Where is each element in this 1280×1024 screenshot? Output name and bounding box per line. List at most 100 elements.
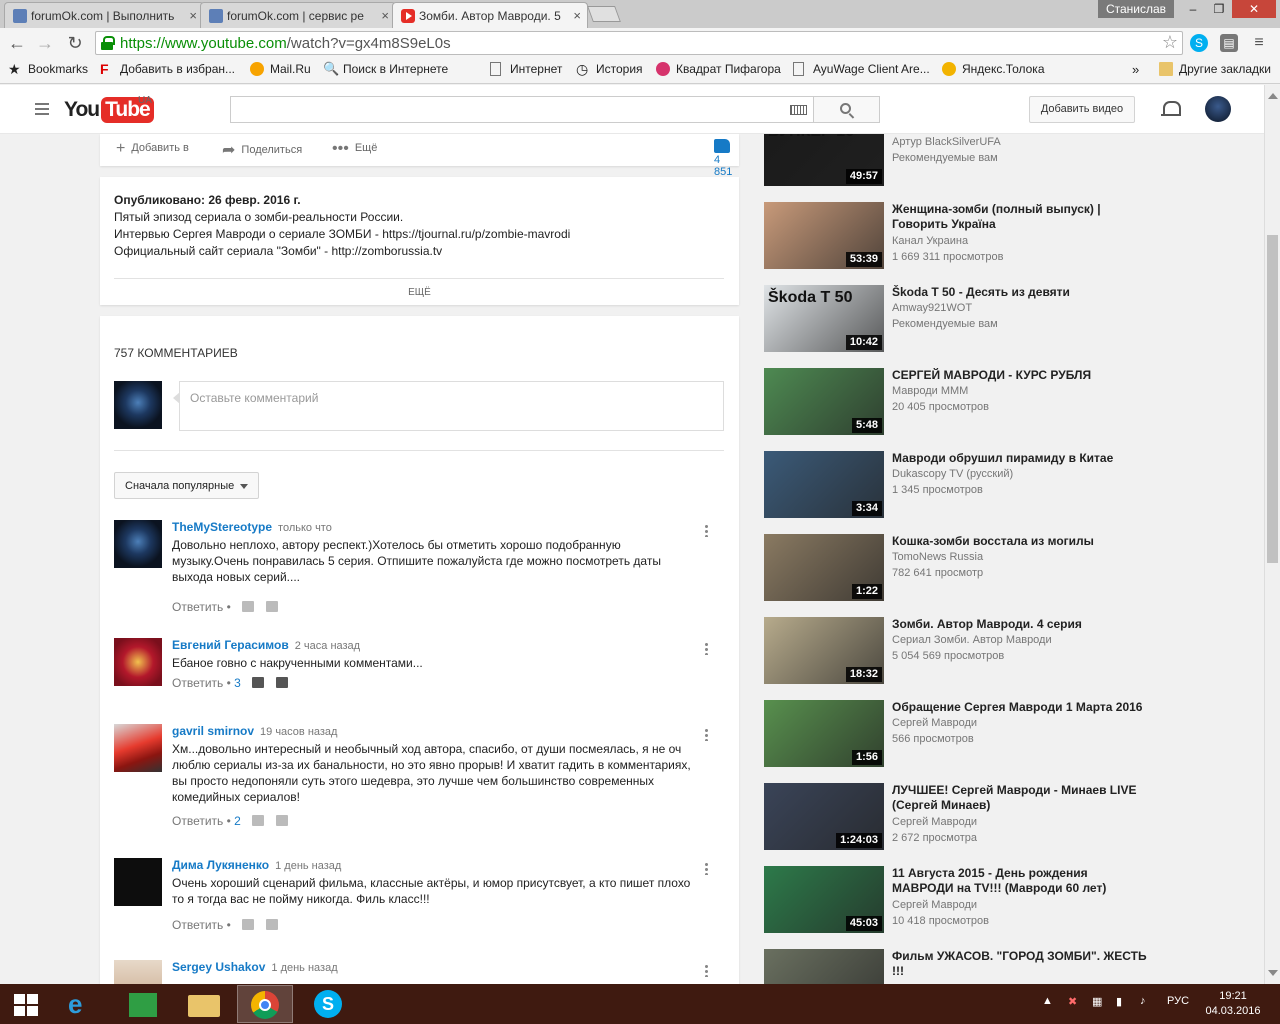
comment-author[interactable]: Евгений Герасимов 2 часа назад bbox=[172, 638, 360, 652]
system-clock[interactable]: 19:21 04.03.2016 bbox=[1198, 989, 1268, 1019]
video-title[interactable]: Обращение Сергея Мавроди 1 Марта 2016 bbox=[892, 700, 1152, 715]
network-icon[interactable]: ▮ bbox=[1116, 995, 1122, 1008]
thumbs-up-icon[interactable] bbox=[242, 919, 255, 930]
scrollbar-thumb[interactable] bbox=[1267, 235, 1278, 563]
menu-icon[interactable]: ≡ bbox=[1250, 34, 1268, 52]
forward-icon[interactable]: → bbox=[34, 32, 56, 54]
bookmark-item[interactable]: ★ Bookmarks bbox=[8, 62, 88, 76]
video-thumbnail[interactable] bbox=[764, 949, 884, 984]
thumbs-up-icon[interactable] bbox=[242, 601, 255, 612]
add-to-button[interactable]: + Добавить в bbox=[116, 140, 189, 158]
minimize-icon[interactable]: – bbox=[1180, 0, 1206, 18]
comment-menu-icon[interactable] bbox=[705, 862, 708, 875]
video-title[interactable]: Мавроди обрушил пирамиду в Китае bbox=[892, 451, 1152, 466]
file-explorer-icon[interactable] bbox=[176, 985, 232, 1023]
bookmark-item[interactable]: 🔍 Поиск в Интернете bbox=[323, 62, 448, 77]
windows-flag-icon[interactable]: ▦ bbox=[1092, 995, 1102, 1008]
network-warning-icon[interactable]: ✖ bbox=[1068, 995, 1077, 1008]
tab-forumok-1[interactable]: forumOk.com | Выполнить × bbox=[4, 2, 204, 28]
related-video-item[interactable]: Škoda T 50 10:42 Škoda T 50 - Десять из де… bbox=[764, 285, 1164, 355]
maximize-icon[interactable]: ❐ bbox=[1206, 0, 1232, 18]
video-channel[interactable]: Сериал Зомби. Автор Мавроди bbox=[892, 634, 1052, 646]
comment-input[interactable]: Оставьте комментарий bbox=[173, 381, 724, 431]
related-video-item[interactable]: 3:34 Мавроди обрушил пирамиду в Китае Duka… bbox=[764, 451, 1164, 521]
video-thumbnail[interactable]: 1:24:03 bbox=[764, 783, 884, 850]
video-title[interactable]: Зомби. Автор Мавроди. 4 серия bbox=[892, 617, 1152, 632]
video-thumbnail[interactable]: 45:03 bbox=[764, 866, 884, 933]
video-thumbnail[interactable]: БУНКЕР 16 49:57 bbox=[764, 134, 884, 186]
tab-close-icon[interactable]: × bbox=[189, 8, 197, 23]
related-video-item[interactable]: 5:48 СЕРГЕЙ МАВРОДИ - КУРС РУБЛЯ Мавроди М… bbox=[764, 368, 1164, 438]
comment-avatar[interactable] bbox=[114, 724, 162, 772]
video-channel[interactable]: Мавроди МММ bbox=[892, 385, 968, 397]
related-video-item[interactable]: 18:32 Зомби. Автор Мавроди. 4 серия Сериал… bbox=[764, 617, 1164, 687]
related-video-item[interactable]: БУНКЕР 1649:57ЖЕСТЬ!Артур BlackSilverUFA… bbox=[764, 134, 1164, 189]
internet-explorer-icon[interactable]: e bbox=[54, 985, 110, 1023]
upload-button[interactable]: Добавить видео bbox=[1029, 96, 1135, 123]
video-title[interactable]: ЛУЧШЕЕ! Сергей Мавроди - Минаев LIVE (Се… bbox=[892, 783, 1152, 813]
tab-forumok-2[interactable]: forumOk.com | сервис ре × bbox=[200, 2, 396, 28]
chrome-taskbar-icon[interactable] bbox=[237, 985, 293, 1023]
tab-close-icon[interactable]: × bbox=[381, 8, 389, 23]
language-indicator[interactable]: РУС bbox=[1167, 995, 1189, 1007]
scroll-up-icon[interactable] bbox=[1268, 93, 1278, 99]
thumbs-down-icon[interactable] bbox=[265, 601, 278, 612]
video-thumbnail[interactable]: 18:32 bbox=[764, 617, 884, 684]
comment-menu-icon[interactable] bbox=[705, 524, 708, 537]
bookmark-item[interactable]: F Добавить в избран... bbox=[100, 62, 235, 76]
video-title[interactable]: Škoda T 50 - Десять из девяти bbox=[892, 285, 1152, 300]
thumbs-down-icon[interactable] bbox=[275, 677, 288, 688]
back-icon[interactable]: ← bbox=[6, 32, 28, 54]
bookmark-item[interactable]: Mail.Ru bbox=[250, 62, 311, 76]
search-input[interactable] bbox=[230, 96, 814, 123]
comment-avatar[interactable] bbox=[114, 858, 162, 906]
thumbs-up-icon[interactable] bbox=[252, 815, 265, 826]
video-channel[interactable]: Сергей Мавроди bbox=[892, 717, 977, 729]
bookmark-item[interactable]: ◷ История bbox=[576, 62, 643, 76]
skype-extension-icon[interactable]: S bbox=[1190, 34, 1208, 52]
video-title[interactable]: Женщина-зомби (полный выпуск) | Говорить… bbox=[892, 202, 1152, 232]
video-thumbnail[interactable]: 1:56 bbox=[764, 700, 884, 767]
related-video-item[interactable]: 1:56 Обращение Сергея Мавроди 1 Марта 201… bbox=[764, 700, 1164, 770]
bookmark-item[interactable]: Интернет bbox=[490, 62, 562, 76]
video-thumbnail[interactable]: 53:39 bbox=[764, 202, 884, 269]
share-button[interactable]: ➦ Поделиться bbox=[222, 140, 302, 160]
youtube-logo[interactable]: You Tube UA bbox=[64, 95, 154, 123]
bookmarks-overflow-button[interactable]: » bbox=[1132, 62, 1139, 77]
video-channel[interactable]: TomoNews Russia bbox=[892, 551, 983, 563]
video-channel[interactable]: Dukascopy TV (русский) bbox=[892, 468, 1013, 480]
search-button[interactable] bbox=[813, 96, 880, 123]
thumbs-down-icon[interactable] bbox=[265, 919, 278, 930]
comment-menu-icon[interactable] bbox=[705, 642, 708, 655]
related-video-item[interactable]: 53:39 Женщина-зомби (полный выпуск) | Гов… bbox=[764, 202, 1164, 272]
show-more-button[interactable]: ЕЩЁ bbox=[100, 287, 739, 298]
comment-author[interactable]: TheMyStereotype только что bbox=[172, 520, 332, 534]
comment-menu-icon[interactable] bbox=[705, 728, 708, 741]
video-thumbnail[interactable]: 1:22 bbox=[764, 534, 884, 601]
bookmark-star-icon[interactable]: ☆ bbox=[1162, 32, 1178, 53]
notifications-bell-icon[interactable] bbox=[1161, 99, 1181, 119]
close-window-icon[interactable]: ✕ bbox=[1232, 0, 1276, 18]
video-channel[interactable]: Канал Украина bbox=[892, 235, 968, 247]
thumbs-up-icon[interactable] bbox=[252, 677, 265, 688]
address-bar[interactable]: https://www.youtube.com/watch?v=gx4m8S9e… bbox=[95, 31, 1183, 55]
related-video-item[interactable]: 45:03 11 Августа 2015 - День рождения МАВ… bbox=[764, 866, 1164, 936]
reply-button[interactable]: Ответить bbox=[172, 814, 223, 828]
related-video-item[interactable]: 1:22 Кошка-зомби восстала из могилы TomoNe… bbox=[764, 534, 1164, 604]
video-title[interactable]: Кошка-зомби восстала из могилы bbox=[892, 534, 1152, 549]
reply-button[interactable]: Ответить bbox=[172, 600, 223, 614]
bookmark-item[interactable]: Яндекс.Толока bbox=[942, 62, 1045, 76]
video-thumbnail[interactable]: Škoda T 50 10:42 bbox=[764, 285, 884, 352]
profile-name[interactable]: Станислав bbox=[1098, 0, 1174, 18]
bookmark-item[interactable]: AyuWage Client Are... bbox=[793, 62, 930, 76]
extension-icon[interactable]: ▤ bbox=[1220, 34, 1238, 52]
like-button[interactable]: 4 851 bbox=[714, 139, 739, 178]
tray-expand-icon[interactable]: ▲ bbox=[1042, 995, 1053, 1007]
comment-author[interactable]: Дима Лукяненко 1 день назад bbox=[172, 858, 341, 872]
new-tab-button[interactable] bbox=[587, 6, 621, 22]
page-scrollbar[interactable] bbox=[1264, 85, 1280, 984]
related-video-item[interactable]: 1:24:03 ЛУЧШЕЕ! Сергей Мавроди - Минаев L… bbox=[764, 783, 1164, 853]
video-channel[interactable]: Артур BlackSilverUFA bbox=[892, 136, 1001, 148]
video-title[interactable]: СЕРГЕЙ МАВРОДИ - КУРС РУБЛЯ bbox=[892, 368, 1152, 383]
reply-button[interactable]: Ответить bbox=[172, 676, 223, 690]
